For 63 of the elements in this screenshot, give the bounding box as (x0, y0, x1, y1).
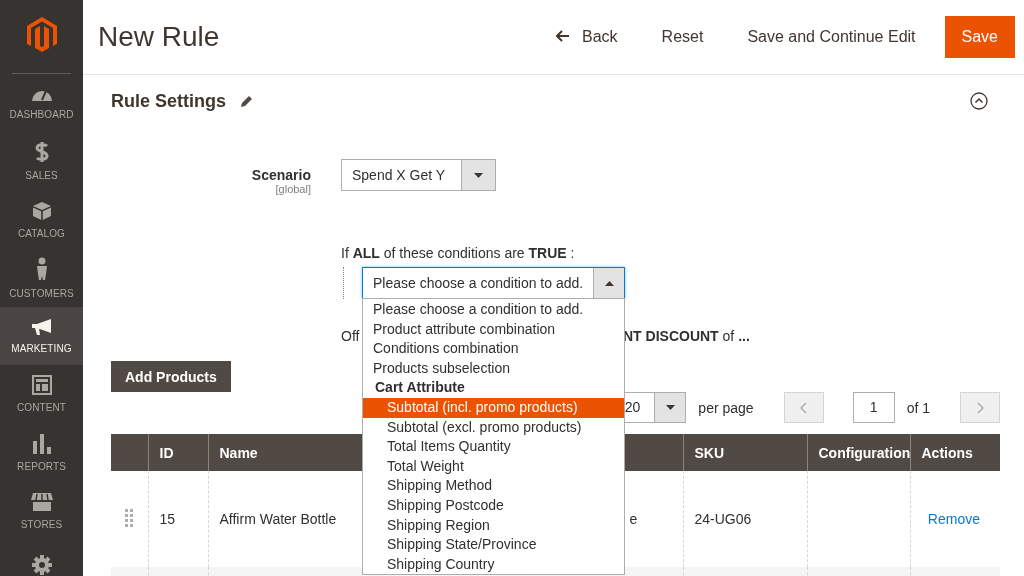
box-icon (31, 200, 52, 221)
nav-item[interactable]: CONTENT (0, 365, 83, 424)
page-title: New Rule (98, 21, 221, 53)
chevron-left-icon (800, 401, 808, 414)
table-cell: e (629, 511, 638, 527)
offer-text: Off (341, 328, 360, 344)
table-cell: 24-UG06 (694, 511, 752, 527)
dropdown-option[interactable]: Shipping Region (363, 515, 624, 536)
dropdown-option[interactable]: Shipping Postcode (363, 495, 624, 516)
dropdown-option[interactable]: Shipping Country (363, 554, 624, 575)
column-header[interactable]: Name (219, 444, 258, 461)
per-page-label: per page (698, 399, 754, 416)
nav-item[interactable]: CUSTOMERS (0, 248, 83, 308)
scenario-select[interactable]: Spend X Get Y (341, 159, 496, 191)
table-cell: 15 (159, 511, 176, 527)
logo-icon[interactable] (26, 17, 57, 53)
save-button[interactable]: Save (944, 16, 1015, 58)
dropdown-option[interactable]: Shipping State/Province (363, 535, 624, 555)
page-count: of 1 (906, 399, 930, 416)
dropdown-option[interactable]: Product attribute combination (363, 319, 624, 340)
scope-label: [global] (275, 183, 311, 195)
drag-handle-icon[interactable] (124, 508, 134, 527)
table-cell: Affirm Water Bottle (219, 511, 337, 527)
pencil-icon[interactable] (240, 94, 253, 108)
nav-item[interactable]: REPORTS (0, 423, 83, 482)
bar-chart-icon (32, 433, 51, 454)
dropdown-option[interactable]: Subtotal (incl. promo products) (363, 397, 624, 418)
megaphone-icon (30, 318, 53, 337)
layout-icon (31, 375, 52, 396)
column-header[interactable]: SKU (694, 444, 725, 461)
nav-item[interactable]: SALES (0, 132, 83, 191)
dropdown-option[interactable]: Products subselection (363, 358, 624, 379)
nav-item[interactable]: CATALOG (0, 190, 83, 249)
dropdown-option[interactable]: Conditions combination (363, 339, 624, 359)
chevron-right-icon (976, 401, 984, 414)
nav-item[interactable]: STORES (0, 481, 83, 541)
page-input[interactable]: 1 (852, 392, 895, 423)
action-button[interactable]: Reset (661, 18, 704, 56)
remove-link[interactable]: Remove (927, 511, 980, 527)
dollar-icon (34, 141, 49, 164)
dropdown-option[interactable]: Total Weight (363, 456, 624, 477)
caret-icon (474, 172, 483, 178)
nav-item[interactable]: MARKETING (0, 307, 83, 366)
dropdown-option[interactable]: Shipping Method (363, 476, 624, 496)
option-group-label: Cart Attribute (374, 378, 466, 398)
nav-item[interactable]: DASHBOARD (0, 74, 83, 133)
collapse-icon[interactable] (970, 92, 988, 110)
person-icon (34, 256, 49, 281)
condition-select[interactable]: Please choose a condition to add. (362, 267, 625, 299)
left-arrow-icon (556, 30, 571, 42)
dropdown-option[interactable]: Please choose a condition to add. (363, 300, 624, 320)
caret-icon (665, 405, 675, 410)
action-button[interactable]: Save and Continue Edit (747, 18, 916, 56)
section-title: Rule Settings (111, 90, 226, 112)
caret-icon (604, 280, 614, 286)
back-button[interactable]: Back (556, 18, 618, 56)
storefront-icon (29, 491, 54, 512)
column-header[interactable]: ID (159, 444, 174, 461)
add-products-button[interactable]: Add Products (111, 361, 231, 392)
dropdown-option[interactable]: Total Items Quantity (363, 437, 624, 457)
field-label: Scenario (251, 167, 311, 183)
gear-icon[interactable] (30, 554, 53, 576)
conditions-sentence: If ALL of these conditions are TRUE : (341, 245, 576, 261)
